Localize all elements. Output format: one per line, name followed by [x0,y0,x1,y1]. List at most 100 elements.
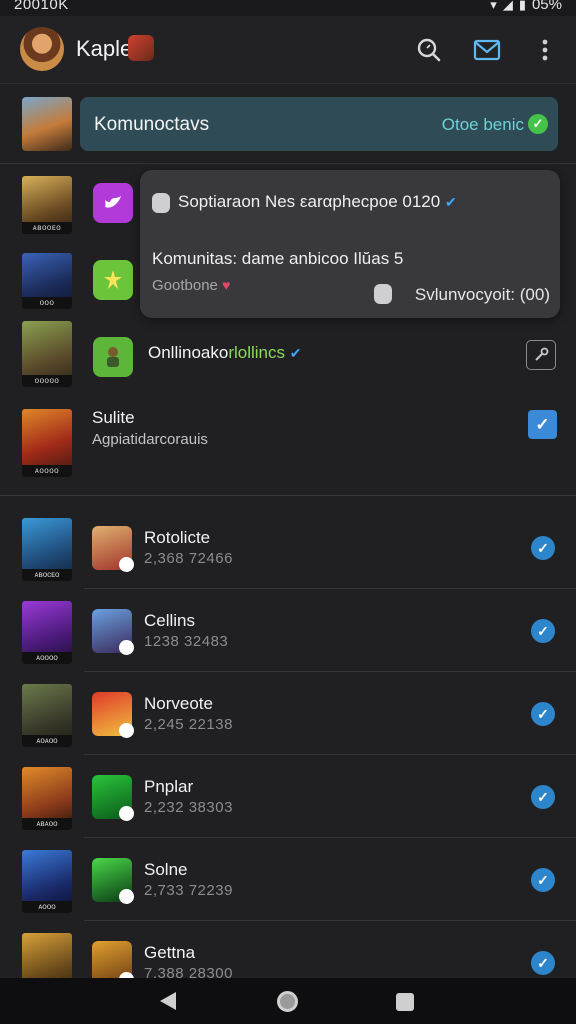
badge-icon [119,557,134,572]
banner-thumbnail[interactable] [22,97,72,151]
game-thumbnail[interactable]: ᴀᴏᴀᴏᴏ [22,684,72,747]
game-count: 2,733 72239 [144,882,233,899]
mail-button[interactable] [472,35,502,65]
app-bar: Kaple [0,16,576,84]
back-icon[interactable] [160,992,176,1010]
app-title: Kaple [76,36,133,61]
online-row-title[interactable]: Onllinoakorlollincs ✔ [148,343,301,363]
mail-icon [473,39,501,61]
app-badge-icon [128,35,154,61]
home-icon[interactable] [277,991,298,1012]
game-icon [92,609,134,655]
game-thumbnail[interactable]: ᴀᴏᴏᴏ [22,850,72,913]
recents-icon[interactable] [396,993,414,1011]
game-thumbnail[interactable]: ᴀᴏᴏᴏᴏ [22,601,72,664]
star-burst-icon [104,270,122,289]
bird-icon [105,196,121,208]
thumbnail-caption: ᴀᴏᴏᴏᴏ [22,652,72,664]
community-banner[interactable]: Komunoctavs Otoe benic ✓ [80,97,558,151]
check-icon[interactable]: ✓ [531,868,555,892]
popup-stat: Svlunvocyoit: (00) [414,285,550,304]
game-thumbnail[interactable]: ᴏᴏᴏ [22,253,72,309]
game-thumbnail[interactable]: ᴀʙᴏᴄᴇᴏ [22,518,72,581]
game-name: Pnplar [144,777,194,796]
popup-heading: Soptiaraon Nes εarαphecpoe 0120 ✔ [178,192,457,212]
thumbnail-caption: ᴀʙᴀᴏᴏ [22,818,72,830]
thumbnail-caption: ᴀᴏᴏᴏᴏ [22,465,72,477]
battery-percent: 05% [531,0,562,13]
divider [0,495,576,496]
game-count: 1238 32483 [144,633,229,650]
check-icon[interactable]: ✓ [531,536,555,560]
edit-button[interactable] [526,340,556,370]
thumbnail-caption: ᴀʙᴏᴄᴇᴏ [22,569,72,581]
status-bar: 20010K ▾ ◢ ▮ 05% [0,0,576,16]
game-icon [92,692,134,738]
suite-checkbox[interactable]: ✓ [528,410,557,439]
popup-subtext-label: Gootbone [152,277,218,294]
online-accent: rlollincs [228,343,286,362]
check-icon[interactable]: ✓ [531,785,555,809]
character-app-icon[interactable] [93,337,133,377]
list-item[interactable]: ᴀᴏᴏᴏᴏ Cellins 1238 32483 ✓ [0,589,576,672]
game-icon [92,775,134,821]
game-count: 2,368 72466 [144,550,233,567]
game-icon [92,526,134,572]
more-button[interactable] [530,35,560,65]
wrench-icon [535,347,549,361]
thumbnail-caption: ᴏᴏᴏᴏᴏ [22,375,72,387]
leaf-app-icon[interactable] [93,260,133,300]
game-icon [92,858,134,904]
character-icon [107,347,119,367]
wifi-icon: ▾ [490,0,497,12]
banner-action-label[interactable]: Otoe benic [442,115,524,135]
banner-title: Komunoctavs [94,114,210,135]
signal-icon: ◢ [502,0,513,12]
online-prefix: Onllinoako [148,343,229,362]
game-thumbnail[interactable]: ᴏᴏᴏᴏᴏ [22,321,72,387]
twitter-bird-icon[interactable] [93,183,133,223]
badge-icon [119,640,134,655]
check-icon: ✓ [535,414,550,434]
verified-icon: ✔ [289,345,302,361]
battery-icon: ▮ [518,0,526,12]
check-icon[interactable]: ✓ [531,951,555,975]
game-thumbnail[interactable]: ᴀʙᴏᴏᴇᴏ [22,176,72,234]
badge-icon [119,806,134,821]
list-item[interactable]: ᴀᴏᴀᴏᴏ Norveote 2,245 22138 ✓ [0,672,576,755]
list-item[interactable]: ᴀʙᴏᴄᴇᴏ Rotolicte 2,368 72466 ✓ [0,506,576,589]
status-time: 20010K [14,0,69,13]
status-icons: ▾ ◢ ▮ 05% [490,0,562,13]
game-thumbnail[interactable]: ᴀʙᴀᴏᴏ [22,767,72,830]
badge-icon [119,723,134,738]
thumbnail-caption: ᴀᴏᴏᴏ [22,901,72,913]
check-icon[interactable]: ✓ [531,702,555,726]
game-thumbnail[interactable]: ᴀᴏᴏᴏᴏ [22,409,72,477]
game-count: 2,245 22138 [144,716,233,733]
suite-subtitle: Agpiatidarcorauis [92,431,208,448]
thumbnail-caption: ᴀʙᴏᴏᴇᴏ [22,222,72,234]
game-count: 2,232 38303 [144,799,233,816]
divider [0,163,576,164]
thumbnail-caption: ᴀᴏᴀᴏᴏ [22,735,72,747]
popup-description: Komunitas: dame anbicoo Ilŭas 5 [152,249,404,268]
search-button[interactable] [414,35,444,65]
verified-icon: ✔ [444,194,457,210]
game-name: Solne [144,860,188,879]
check-icon[interactable]: ✓ [531,619,555,643]
more-vert-icon [542,39,548,61]
game-name: Gettna [144,943,196,962]
popup-heading-text: Soptiaraon Nes εarαphecpoe 0120 [178,192,441,211]
info-icon [152,193,170,213]
avatar[interactable] [20,27,64,71]
heart-icon: ♥ [222,277,231,293]
notification-popup[interactable]: Soptiaraon Nes εarαphecpoe 0120 ✔ Komuni… [140,170,560,318]
list-item[interactable]: ᴀᴏᴏᴏ Solne 2,733 72239 ✓ [0,838,576,921]
game-name: Rotolicte [144,528,211,547]
list-item[interactable]: ᴀʙᴀᴏᴏ Pnplar 2,232 38303 ✓ [0,755,576,838]
suite-title: Sulite [92,408,135,427]
badge-icon [119,889,134,904]
game-name: Norveote [144,694,213,713]
thumbnail-caption: ᴏᴏᴏ [22,297,72,309]
game-name: Cellins [144,611,196,630]
